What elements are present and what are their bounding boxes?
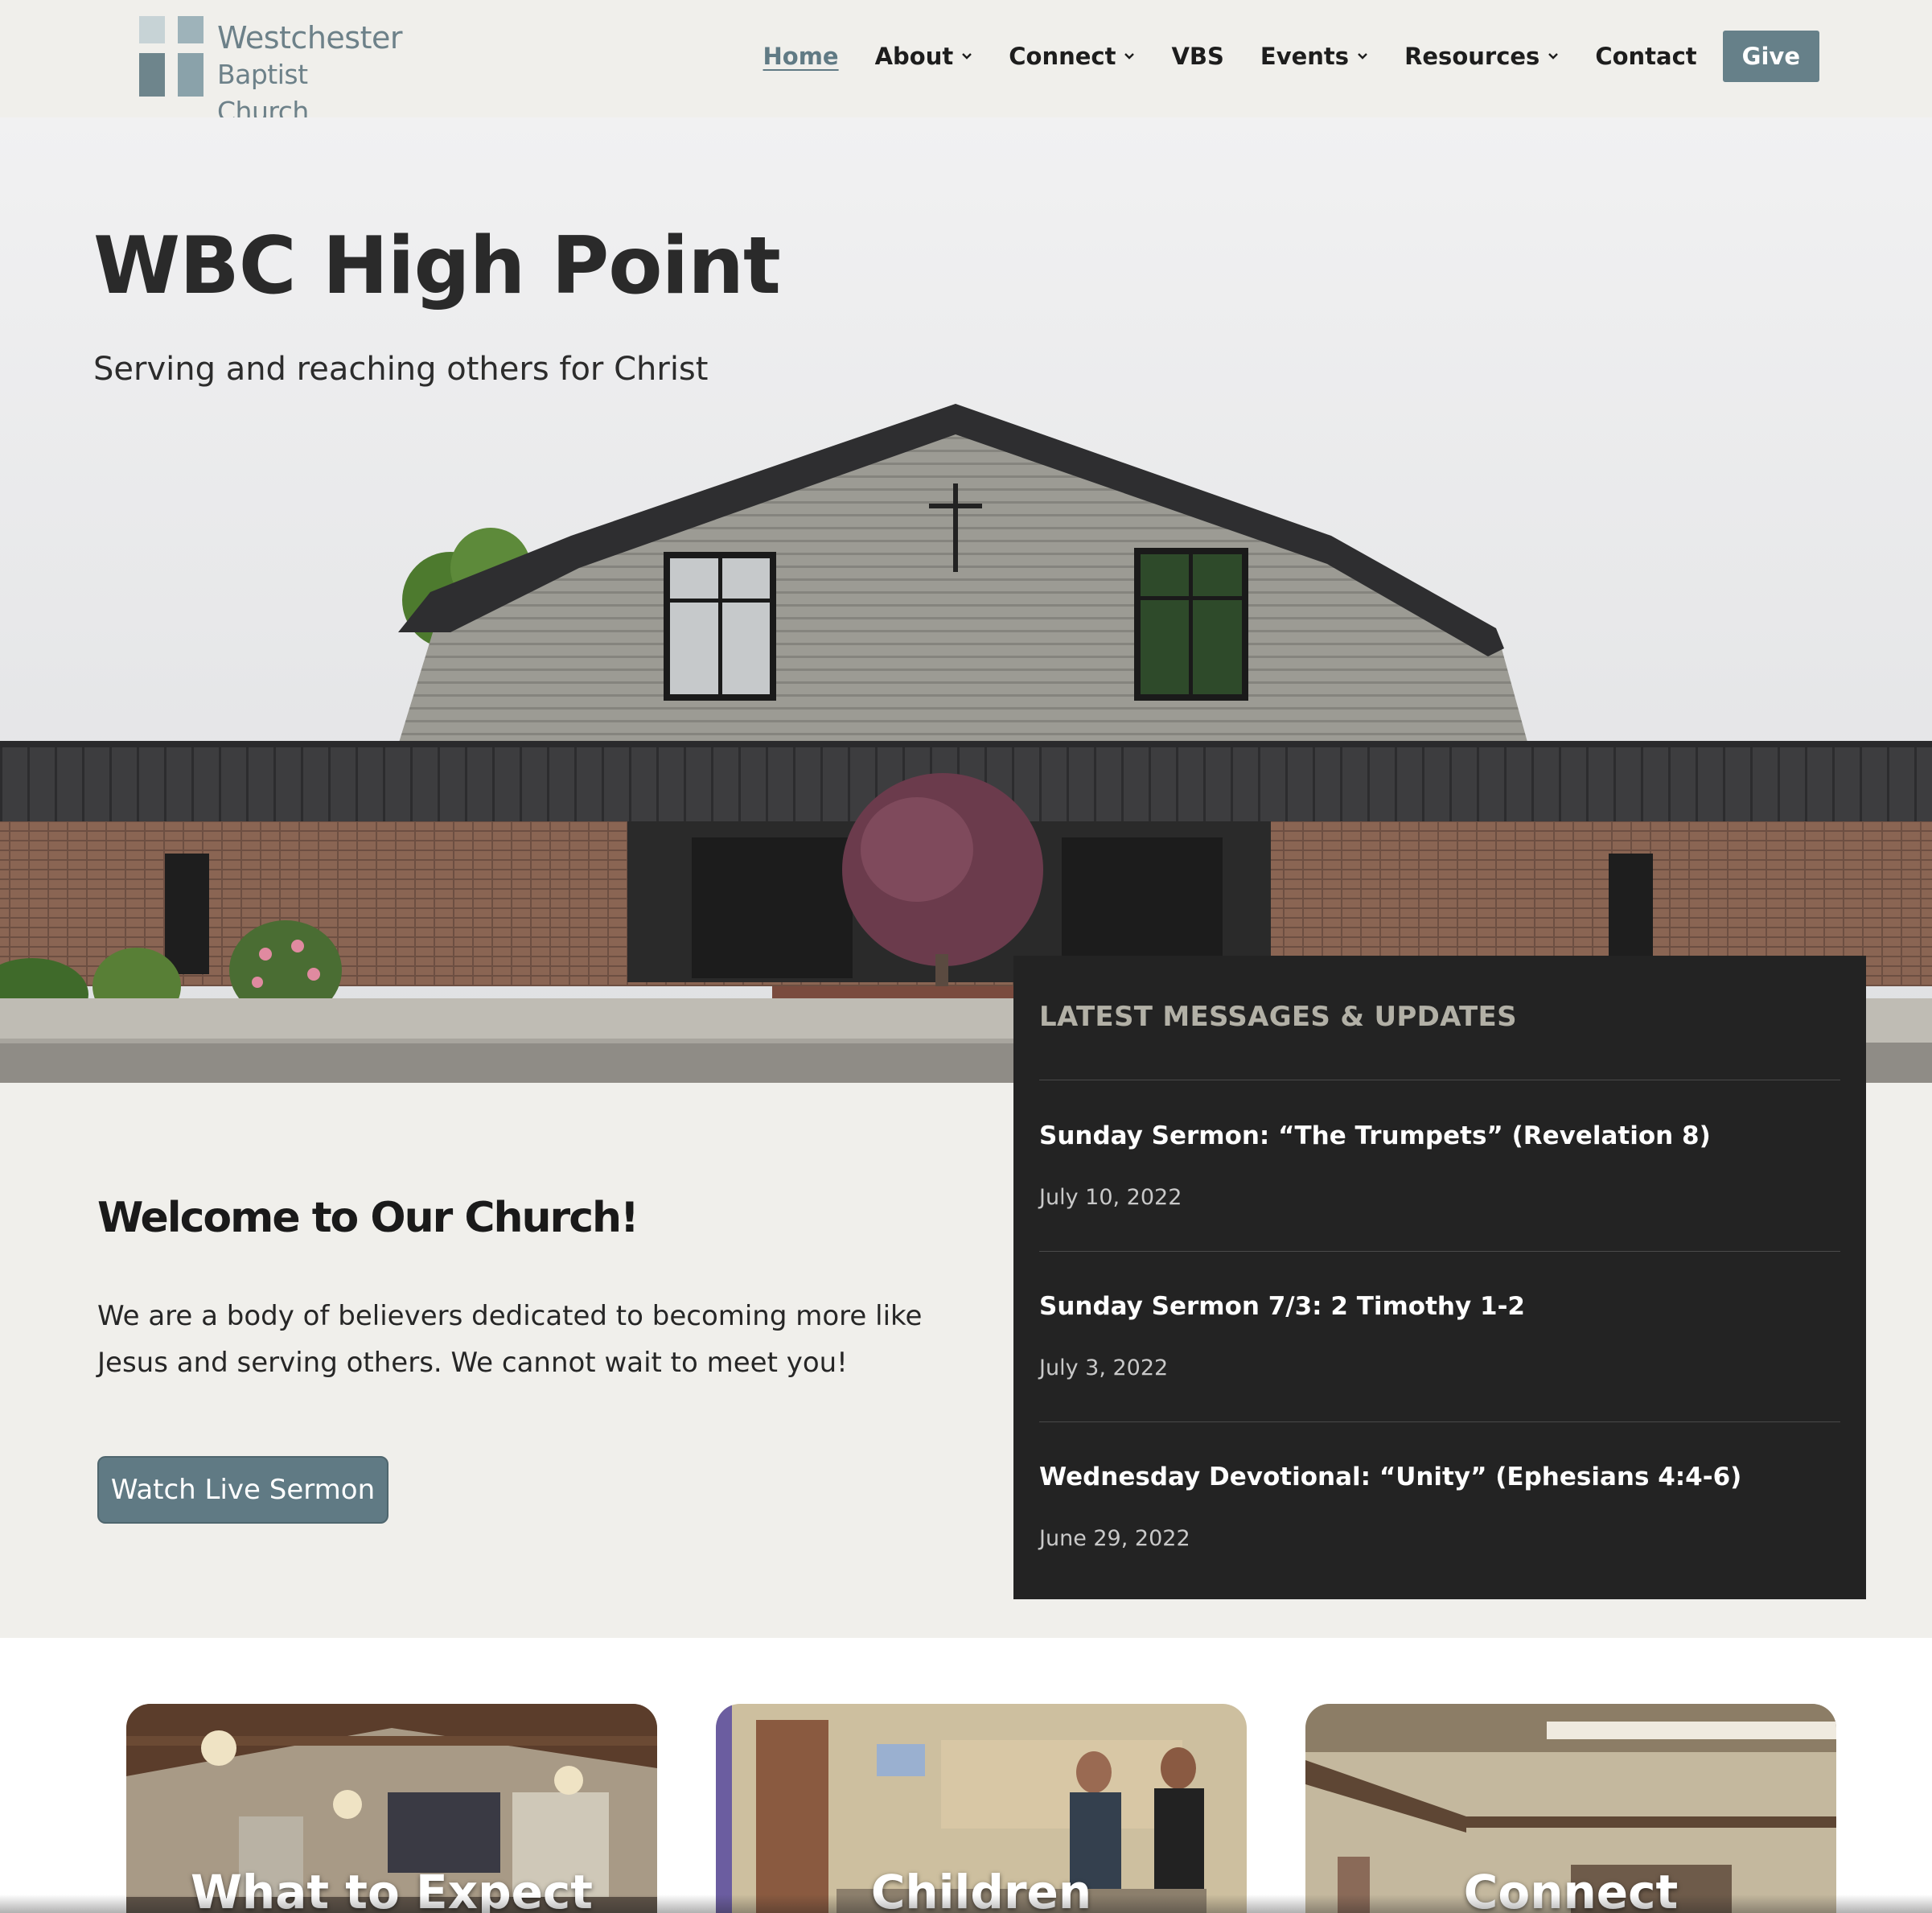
nav-label: VBS	[1171, 43, 1224, 70]
nav-item-events[interactable]: Events	[1260, 43, 1368, 70]
message-date: June 29, 2022	[1039, 1526, 1190, 1551]
latest-messages-panel: LATEST MESSAGES & UPDATES Sunday Sermon:…	[1013, 956, 1866, 1599]
hero-banner: WBC High Point Serving and reaching othe…	[0, 117, 1932, 1083]
nav-label: Contact	[1595, 43, 1697, 70]
card-children[interactable]: Children	[716, 1704, 1247, 1913]
chevron-down-icon	[1548, 51, 1559, 62]
hero-title: WBC High Point	[93, 220, 781, 312]
nav-item-about[interactable]: About	[875, 43, 973, 70]
chevron-down-icon	[1124, 51, 1135, 62]
nav-label: Connect	[1009, 43, 1116, 70]
welcome-text: We are a body of believers dedicated to …	[97, 1300, 923, 1379]
message-date: July 3, 2022	[1039, 1356, 1169, 1380]
card-what-to-expect[interactable]: What to Expect	[126, 1704, 657, 1913]
give-button[interactable]: Give	[1722, 31, 1819, 82]
divider	[1039, 1421, 1840, 1422]
site-logo[interactable]: Westchester Baptist Church	[137, 14, 402, 127]
logo-cross-mark	[137, 14, 204, 100]
viewport-bottom-shadow	[0, 1894, 1932, 1913]
site-header: Westchester Baptist Church Home About Co…	[0, 0, 1932, 127]
message-title-link[interactable]: Sunday Sermon: “The Trumpets” (Revelatio…	[1039, 1121, 1711, 1150]
logo-name-line1: Westchester	[217, 20, 402, 56]
hero-subtitle: Serving and reaching others for Christ	[93, 351, 709, 388]
feature-cards-section: What to Expect Children Connect	[0, 1638, 1932, 1913]
nav-label: Home	[763, 43, 839, 70]
watch-live-sermon-button[interactable]: Watch Live Sermon	[97, 1456, 388, 1524]
message-title-link[interactable]: Sunday Sermon 7/3: 2 Timothy 1-2	[1039, 1292, 1525, 1321]
messages-panel-title: LATEST MESSAGES & UPDATES	[1039, 1001, 1517, 1033]
message-date: July 10, 2022	[1039, 1185, 1182, 1210]
main-nav: Home About Connect VBS Events Resources …	[727, 31, 1819, 82]
welcome-title: Welcome to Our Church!	[97, 1194, 639, 1242]
nav-item-contact[interactable]: Contact	[1595, 43, 1696, 70]
chevron-down-icon	[1357, 51, 1368, 62]
nav-label: About	[874, 43, 954, 70]
nav-item-connect[interactable]: Connect	[1009, 43, 1135, 70]
chevron-down-icon	[961, 51, 972, 62]
nav-label: Resources	[1404, 43, 1540, 70]
logo-text: Westchester Baptist Church	[217, 19, 402, 130]
nav-label: Events	[1260, 43, 1350, 70]
card-connect[interactable]: Connect	[1305, 1704, 1836, 1913]
message-title-link[interactable]: Wednesday Devotional: “Unity” (Ephesians…	[1039, 1463, 1741, 1491]
nav-item-vbs[interactable]: VBS	[1171, 43, 1223, 70]
nav-item-resources[interactable]: Resources	[1404, 43, 1559, 70]
nav-item-home[interactable]: Home	[763, 43, 839, 70]
divider	[1039, 1251, 1840, 1252]
